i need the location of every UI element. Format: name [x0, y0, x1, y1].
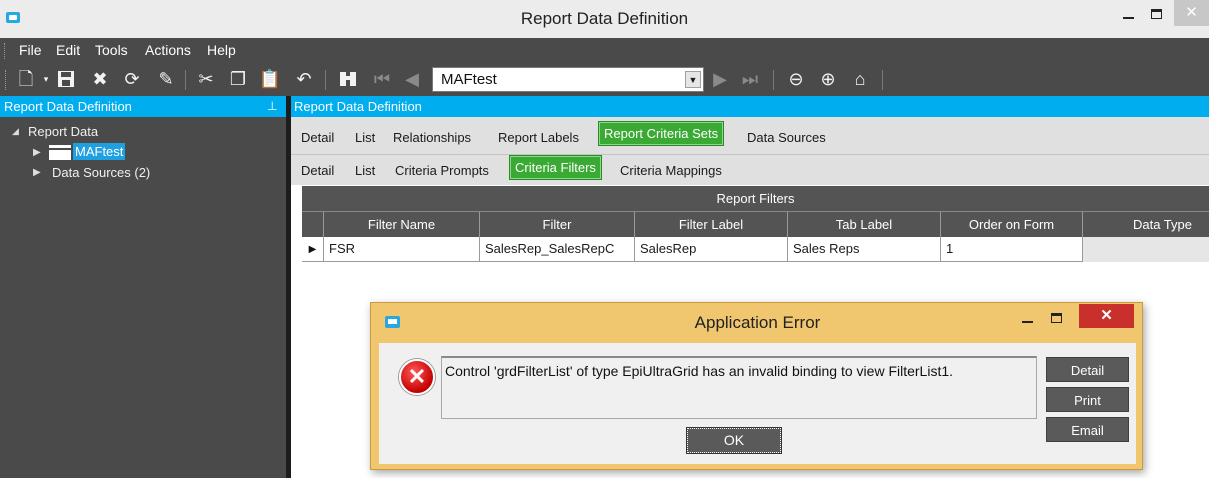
- record-combobox-value: MAFtest: [441, 71, 497, 88]
- dialog-close-button[interactable]: ✕: [1079, 304, 1134, 328]
- tab-data-sources[interactable]: Data Sources: [747, 130, 826, 145]
- save-icon[interactable]: [54, 66, 78, 92]
- paste-icon[interactable]: 📋: [258, 66, 282, 92]
- column-header-filter-name[interactable]: Filter Name: [324, 212, 480, 237]
- toolbar-grip: [5, 70, 6, 90]
- search-icon[interactable]: [336, 66, 360, 92]
- minimize-button[interactable]: [1115, 0, 1141, 26]
- previous-record-icon[interactable]: ◀: [400, 66, 424, 92]
- toolbar: 🗋 ▾ ✖ ⟳ ✎ ✂ ❐ 📋 ↶ ⏮ ◀ MAFtest ▼ ▶ ⏭ ⊖ ⊕ …: [0, 64, 1209, 96]
- dialog-body: ✕ Control 'grdFilterList' of type EpiUlt…: [379, 343, 1136, 464]
- close-icon: ✕: [1100, 307, 1113, 324]
- toolbar-separator: [882, 70, 883, 90]
- tab-detail[interactable]: Detail: [301, 130, 334, 145]
- error-icon: ✕: [399, 359, 435, 395]
- detail-button[interactable]: Detail: [1046, 357, 1129, 382]
- tree-node-maftest[interactable]: MAFtest: [73, 143, 126, 160]
- window-title: Report Data Definition: [520, 9, 689, 28]
- subtab-list[interactable]: List: [355, 163, 375, 178]
- row-selector-icon[interactable]: ▶: [302, 237, 324, 262]
- title-bar: Report Data Definition ✕: [0, 0, 1209, 38]
- column-header-order-on-form[interactable]: Order on Form: [941, 212, 1083, 237]
- subtab-criteria-filters[interactable]: Criteria Filters: [509, 155, 602, 180]
- minimize-icon: [1022, 321, 1033, 324]
- close-icon: ✕: [1185, 4, 1198, 21]
- last-record-icon[interactable]: ⏭: [738, 66, 762, 92]
- delete-icon[interactable]: ✖: [88, 66, 112, 92]
- first-record-icon[interactable]: ⏮: [370, 66, 394, 92]
- column-header-data-type[interactable]: Data Type: [1083, 212, 1209, 237]
- clear-icon[interactable]: ✎: [154, 66, 178, 92]
- menu-edit[interactable]: Edit: [56, 42, 80, 58]
- tree-panel: ◢ Report Data ▶ MAFtest ▶ Data Sources (…: [0, 117, 286, 478]
- grid-title: Report Filters: [302, 186, 1209, 212]
- error-message: Control 'grdFilterList' of type EpiUltra…: [441, 356, 1037, 419]
- menu-help[interactable]: Help: [207, 42, 236, 58]
- tab-list[interactable]: List: [355, 130, 375, 145]
- menu-bar: File Edit Tools Actions Help: [0, 38, 1209, 64]
- maximize-icon: [1150, 9, 1162, 20]
- toolbar-separator: [185, 70, 186, 90]
- subtab-criteria-prompts[interactable]: Criteria Prompts: [395, 163, 489, 178]
- toolbar-separator: [773, 70, 774, 90]
- chevron-down-icon[interactable]: ▼: [685, 71, 701, 88]
- menu-file[interactable]: File: [19, 42, 42, 58]
- subtab-detail[interactable]: Detail: [301, 163, 334, 178]
- main-tabs: Detail List Relationships Report Labels …: [291, 117, 1209, 155]
- undo-icon[interactable]: ↶: [292, 66, 316, 92]
- cell-filter-name[interactable]: FSR: [324, 237, 480, 262]
- left-panel-title: Report Data Definition: [4, 99, 132, 114]
- cell-order-on-form[interactable]: 1: [941, 237, 1083, 262]
- application-error-dialog: Application Error ✕ ✕ Control 'grdFilter…: [370, 302, 1143, 470]
- record-combobox[interactable]: MAFtest ▼: [432, 67, 704, 92]
- menu-tools[interactable]: Tools: [95, 42, 128, 58]
- left-panel-header: Report Data Definition ⊥: [0, 96, 286, 117]
- copy-icon[interactable]: ❐: [226, 66, 250, 92]
- dialog-maximize-button[interactable]: [1051, 309, 1062, 324]
- menu-actions[interactable]: Actions: [145, 42, 191, 58]
- pin-icon[interactable]: ⊥: [267, 96, 277, 117]
- collapsed-icon[interactable]: ▶: [33, 167, 41, 178]
- email-button[interactable]: Email: [1046, 417, 1129, 442]
- expanded-icon[interactable]: ◢: [12, 126, 19, 137]
- dialog-minimize-button[interactable]: [1022, 309, 1033, 325]
- tree-node-data-sources[interactable]: Data Sources (2): [52, 165, 150, 180]
- tab-report-criteria-sets[interactable]: Report Criteria Sets: [598, 121, 725, 146]
- table-row[interactable]: ▶ FSR SalesRep_SalesRepC SalesRep Sales …: [302, 237, 1209, 262]
- cell-filter[interactable]: SalesRep_SalesRepC: [480, 237, 635, 262]
- cut-icon[interactable]: ✂: [194, 66, 218, 92]
- maximize-button[interactable]: [1143, 0, 1169, 26]
- next-record-icon[interactable]: ▶: [708, 66, 732, 92]
- tree-node-report-data[interactable]: Report Data: [28, 124, 98, 139]
- tab-report-labels[interactable]: Report Labels: [498, 130, 579, 145]
- ok-button[interactable]: OK: [686, 427, 782, 454]
- subtab-criteria-mappings[interactable]: Criteria Mappings: [620, 163, 722, 178]
- column-header-filter[interactable]: Filter: [480, 212, 635, 237]
- home-icon[interactable]: ⌂: [848, 66, 872, 92]
- menu-grip: [4, 43, 7, 59]
- collapsed-icon[interactable]: ▶: [33, 147, 41, 158]
- sub-tabs: Detail List Criteria Prompts Criteria Fi…: [291, 155, 1209, 185]
- cell-filter-label[interactable]: SalesRep: [635, 237, 788, 262]
- minimize-icon: [1122, 17, 1134, 20]
- maximize-icon: [1051, 312, 1062, 323]
- toolbar-separator: [325, 70, 326, 90]
- folder-icon: [49, 145, 71, 160]
- column-header-tab-label[interactable]: Tab Label: [788, 212, 941, 237]
- row-indicator-header: [302, 212, 324, 237]
- cell-tab-label[interactable]: Sales Reps: [788, 237, 941, 262]
- print-button[interactable]: Print: [1046, 387, 1129, 412]
- refresh-icon[interactable]: ⟳: [120, 66, 144, 92]
- right-panel-header: Report Data Definition: [291, 96, 1209, 117]
- back-icon[interactable]: ⊖: [784, 66, 808, 92]
- close-button[interactable]: ✕: [1174, 0, 1209, 26]
- column-header-filter-label[interactable]: Filter Label: [635, 212, 788, 237]
- tab-relationships[interactable]: Relationships: [393, 130, 471, 145]
- cell-data-type[interactable]: [1083, 237, 1209, 262]
- grid-header: Filter Name Filter Filter Label Tab Labe…: [302, 212, 1209, 237]
- forward-icon[interactable]: ⊕: [816, 66, 840, 92]
